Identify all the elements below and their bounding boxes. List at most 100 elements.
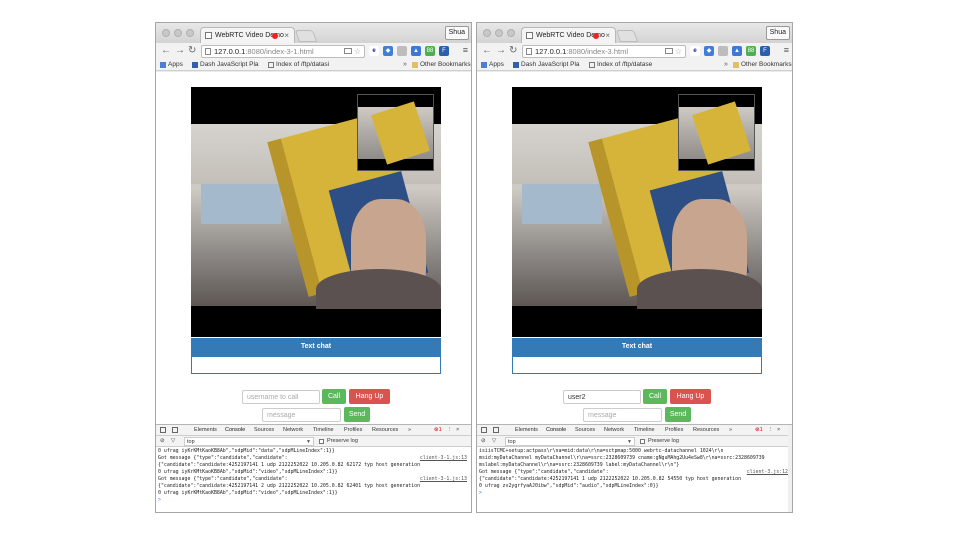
devtools-tab-resources[interactable]: Resources (372, 425, 398, 436)
bookmark-apps[interactable]: Apps (160, 59, 183, 71)
extension-diamond-icon[interactable]: ◆ (383, 46, 393, 56)
console-prompt[interactable]: > (158, 497, 471, 504)
address-bar[interactable]: 127.0.0.1:8080/index-3-1.html ☆ (201, 45, 365, 58)
filter-icon[interactable]: ▽ (171, 436, 175, 447)
zoom-window-icon[interactable] (186, 29, 194, 37)
minimize-window-icon[interactable] (495, 29, 503, 37)
address-bar[interactable]: 127.0.0.1:8080/index-3.html ☆ (522, 45, 686, 58)
preserve-log-checkbox[interactable] (319, 439, 324, 444)
devtools-tab-overflow[interactable]: » (729, 425, 732, 436)
profile-button[interactable]: Shua (444, 26, 469, 40)
devtools-tab-profiles[interactable]: Profiles (344, 425, 362, 436)
zoom-window-icon[interactable] (507, 29, 515, 37)
chrome-menu-icon[interactable]: ≡ (784, 45, 789, 55)
devtools-tab-sources[interactable]: Sources (254, 425, 274, 436)
device-mode-icon[interactable] (172, 427, 178, 433)
hang-up-button[interactable]: Hang Up (349, 389, 390, 404)
console-source-link[interactable]: client-3-1.js:13 (417, 476, 467, 483)
devtools-tab-timeline[interactable]: Timeline (634, 425, 655, 436)
inspect-element-icon[interactable] (481, 427, 487, 433)
new-tab-button[interactable] (294, 30, 318, 42)
close-tab-icon[interactable]: × (284, 28, 289, 43)
hang-up-button[interactable]: Hang Up (670, 389, 711, 404)
cast-icon[interactable] (344, 48, 352, 54)
cast-icon[interactable] (665, 48, 673, 54)
bookmark-index[interactable]: Index of /ftp/datasi (268, 59, 329, 71)
devtools-tab-network[interactable]: Network (283, 425, 303, 436)
error-count-badge[interactable]: ⊗1 (434, 425, 442, 436)
extension-drive-icon[interactable]: ▲ (411, 46, 421, 56)
forward-icon[interactable]: → (496, 43, 506, 58)
ebay-extension-icon[interactable]: e (690, 46, 700, 56)
console-scrollbar[interactable] (788, 425, 792, 512)
close-tab-icon[interactable]: × (605, 28, 610, 43)
profile-button[interactable]: Shua (765, 26, 790, 40)
bookmark-dash[interactable]: Dash JavaScript Pla (513, 59, 580, 71)
send-button[interactable]: Send (665, 407, 691, 422)
devtools-tab-elements[interactable]: Elements (194, 425, 217, 436)
extension-diamond-icon[interactable]: ◆ (704, 46, 714, 56)
ebay-extension-icon[interactable]: e (369, 46, 379, 56)
inspect-element-icon[interactable] (160, 427, 166, 433)
error-count-badge[interactable]: ⊗1 (755, 425, 763, 436)
extension-blue-icon[interactable]: F (439, 46, 449, 56)
bookmark-star-icon[interactable]: ☆ (675, 46, 682, 57)
bookmark-dash[interactable]: Dash JavaScript Pla (192, 59, 259, 71)
close-window-icon[interactable] (483, 29, 491, 37)
clear-console-icon[interactable]: ⊘ (481, 436, 486, 447)
reload-icon[interactable]: ↻ (188, 43, 196, 58)
bookmark-apps[interactable]: Apps (481, 59, 504, 71)
extension-cloud-icon[interactable] (397, 46, 407, 56)
devtools-tab-sources[interactable]: Sources (575, 425, 595, 436)
browser-tab[interactable]: WebRTC Video Demo × (200, 27, 295, 43)
reload-icon[interactable]: ↻ (509, 43, 517, 58)
chrome-menu-icon[interactable]: ≡ (463, 45, 468, 55)
new-tab-button[interactable] (615, 30, 639, 42)
message-input[interactable] (262, 408, 341, 422)
clear-console-icon[interactable]: ⊘ (160, 436, 165, 447)
preserve-log-checkbox[interactable] (640, 439, 645, 444)
send-button[interactable]: Send (344, 407, 370, 422)
call-button[interactable]: Call (643, 389, 667, 404)
devtools-tab-timeline[interactable]: Timeline (313, 425, 334, 436)
message-input[interactable] (583, 408, 662, 422)
devtools-menu-icon[interactable]: ⋮ (447, 425, 453, 436)
devtools-tab-network[interactable]: Network (604, 425, 624, 436)
close-devtools-icon[interactable]: × (777, 425, 780, 436)
browser-tab[interactable]: WebRTC Video Demo × (521, 27, 616, 43)
close-window-icon[interactable] (162, 29, 170, 37)
call-button[interactable]: Call (322, 389, 346, 404)
context-select[interactable]: top ▼ (505, 437, 635, 446)
bookmark-star-icon[interactable]: ☆ (354, 46, 361, 57)
bookmark-other[interactable]: Other Bookmarks (412, 59, 471, 71)
back-icon[interactable]: ← (161, 43, 171, 58)
close-devtools-icon[interactable]: × (456, 425, 459, 436)
devtools-tab-resources[interactable]: Resources (693, 425, 719, 436)
context-select[interactable]: top ▼ (184, 437, 314, 446)
bookmark-other[interactable]: Other Bookmarks (733, 59, 792, 71)
bookmark-index[interactable]: Index of /ftp/datase (589, 59, 652, 71)
back-icon[interactable]: ← (482, 43, 492, 58)
filter-icon[interactable]: ▽ (492, 436, 496, 447)
console-prompt[interactable]: > (479, 490, 792, 497)
extension-green-icon[interactable]: 88 (746, 46, 756, 56)
extension-drive-icon[interactable]: ▲ (732, 46, 742, 56)
username-input[interactable] (563, 390, 641, 404)
console-source-link[interactable]: client-3.js:12 (744, 469, 788, 476)
console-source-link[interactable]: client-3-1.js:13 (417, 455, 467, 462)
extension-blue-icon[interactable]: F (760, 46, 770, 56)
page-info-icon[interactable] (526, 48, 532, 55)
devtools-menu-icon[interactable]: ⋮ (768, 425, 774, 436)
bookmarks-overflow[interactable]: » (724, 59, 728, 71)
devtools-tab-profiles[interactable]: Profiles (665, 425, 683, 436)
forward-icon[interactable]: → (175, 43, 185, 58)
minimize-window-icon[interactable] (174, 29, 182, 37)
page-info-icon[interactable] (205, 48, 211, 55)
username-input[interactable] (242, 390, 320, 404)
extension-cloud-icon[interactable] (718, 46, 728, 56)
extension-green-icon[interactable]: 88 (425, 46, 435, 56)
devtools-tab-elements[interactable]: Elements (515, 425, 538, 436)
bookmarks-overflow[interactable]: » (403, 59, 407, 71)
devtools-tab-overflow[interactable]: » (408, 425, 411, 436)
device-mode-icon[interactable] (493, 427, 499, 433)
